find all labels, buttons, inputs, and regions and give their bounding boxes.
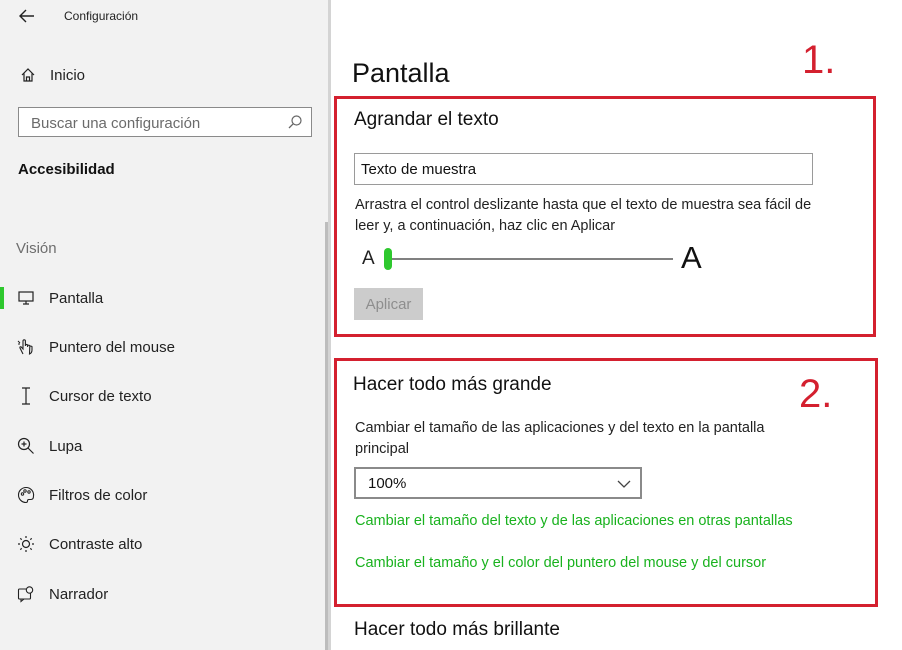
scale-dropdown-value: 100% [368,475,407,492]
pointer-hand-icon [16,337,36,357]
search-input[interactable] [29,113,283,133]
scale-description: Cambiar el tamaño de las aplicaciones y … [355,420,765,457]
narrator-icon [16,584,36,604]
text-size-description: Arrastra el control deslizante hasta que… [355,197,812,234]
sidebar-item-label: Lupa [49,437,83,455]
sidebar-divider [328,0,331,650]
annotation-label-2: 2. [799,372,833,416]
sidebar-item-home[interactable]: Inicio [18,64,85,86]
sidebar-item-label: Filtros de color [49,486,148,504]
brightness-title: Hacer todo más brillante [354,619,560,640]
home-icon [18,65,38,85]
app-title: Configuración [64,9,139,23]
sidebar-item-lupa[interactable]: Lupa [0,428,325,464]
monitor-icon [16,288,36,308]
sidebar-item-contraste[interactable]: Contraste alto [0,526,325,562]
sidebar-item-label: Puntero del mouse [49,338,175,356]
section-heading: Accesibilidad [18,161,115,178]
brightness-icon [16,534,36,554]
palette-icon [16,485,36,505]
group-label-vision: Visión [16,240,57,257]
search-box[interactable] [18,107,312,137]
sidebar-item-label: Pantalla [49,289,104,307]
sidebar-item-label: Narrador [49,585,109,603]
page-title: Pantalla [352,58,450,88]
sidebar-item-puntero[interactable]: Puntero del mouse [0,329,325,365]
slider-min-label: A [362,248,375,269]
sample-text-field[interactable] [354,153,813,185]
sidebar-item-pantalla[interactable]: Pantalla [0,280,325,316]
scale-title: Hacer todo más grande [353,374,552,395]
text-size-slider[interactable] [388,258,673,260]
sidebar-item-label: Contraste alto [49,535,143,553]
home-label: Inicio [50,66,86,84]
chevron-down-icon [616,477,632,489]
text-size-slider-thumb[interactable] [384,248,392,270]
back-arrow-icon[interactable] [16,6,38,26]
sidebar-item-cursor[interactable]: Cursor de texto [0,378,325,414]
text-size-title: Agrandar el texto [354,109,499,130]
slider-max-label: A [681,240,702,275]
magnifier-plus-icon [16,436,36,456]
sidebar: Configuración Inicio Accesibilidad Visió… [0,0,328,650]
search-icon[interactable] [287,114,303,130]
annotation-label-1: 1. [802,38,836,82]
active-indicator [0,287,4,309]
link-other-displays[interactable]: Cambiar el tamaño del texto y de las apl… [355,513,793,529]
text-cursor-icon [16,386,36,406]
sidebar-item-filtros[interactable]: Filtros de color [0,477,325,513]
apply-button[interactable]: Aplicar [354,288,423,320]
scale-dropdown[interactable]: 100% [354,467,642,499]
sidebar-item-narrador[interactable]: Narrador [0,576,325,612]
link-pointer-size[interactable]: Cambiar el tamaño y el color del puntero… [355,555,766,571]
sidebar-item-label: Cursor de texto [49,387,152,405]
